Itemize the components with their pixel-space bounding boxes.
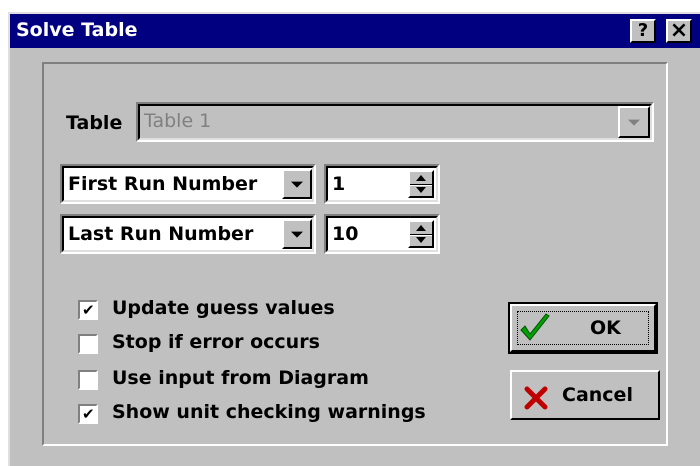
help-icon: ?: [637, 20, 649, 41]
spin-up-icon: [416, 175, 426, 181]
window-title: Solve Table: [16, 19, 138, 41]
chevron-down-icon: [291, 181, 303, 188]
spin-down-icon: [416, 237, 426, 243]
last-run-spinner[interactable]: [408, 220, 434, 248]
unit-warnings-checkbox[interactable]: ✔: [78, 404, 98, 424]
cancel-button-label: Cancel: [562, 384, 633, 406]
first-run-input[interactable]: 1: [324, 164, 440, 204]
chevron-down-icon: [628, 119, 640, 126]
update-guess-label[interactable]: Update guess values: [112, 297, 335, 319]
table-select[interactable]: Table 1: [136, 102, 654, 142]
update-guess-checkbox[interactable]: ✔: [78, 300, 98, 320]
stop-on-error-label[interactable]: Stop if error occurs: [112, 331, 320, 353]
table-label: Table: [66, 112, 123, 134]
red-x-icon: [524, 386, 548, 410]
use-diagram-input-checkbox[interactable]: [78, 370, 98, 390]
options-panel: Table Table 1 First Run Number 1 Last Ru…: [42, 62, 668, 446]
first-run-value: 1: [332, 173, 346, 195]
chevron-down-icon: [291, 231, 303, 238]
first-run-mode-value: First Run Number: [68, 173, 258, 195]
last-run-mode-value: Last Run Number: [68, 223, 254, 245]
use-diagram-input-label[interactable]: Use input from Diagram: [112, 367, 369, 389]
unit-warnings-label[interactable]: Show unit checking warnings: [112, 401, 426, 423]
spin-up-icon: [416, 225, 426, 231]
help-button[interactable]: ?: [630, 19, 656, 43]
close-icon: ×: [669, 18, 689, 43]
last-run-mode-dropdown-button[interactable]: [282, 219, 312, 249]
first-run-mode-select[interactable]: First Run Number: [60, 164, 316, 204]
cancel-button[interactable]: Cancel: [510, 370, 660, 420]
checkmark-icon: ✔: [82, 301, 95, 319]
first-run-mode-dropdown-button[interactable]: [282, 169, 312, 199]
close-button[interactable]: ×: [666, 19, 692, 43]
title-bar: Solve Table ? ×: [10, 14, 700, 48]
stop-on-error-checkbox[interactable]: [78, 334, 98, 354]
last-run-input[interactable]: 10: [324, 214, 440, 254]
last-run-value: 10: [332, 223, 359, 245]
last-run-mode-select[interactable]: Last Run Number: [60, 214, 316, 254]
ok-button-label: OK: [590, 317, 621, 339]
green-checkmark-icon: [520, 313, 550, 341]
first-run-spinner[interactable]: [408, 170, 434, 198]
table-select-value: Table 1: [144, 110, 212, 132]
table-dropdown-button[interactable]: [618, 106, 650, 138]
spin-down-icon: [416, 187, 426, 193]
ok-button[interactable]: OK: [508, 302, 658, 354]
solve-table-dialog: Solve Table ? × Table Table 1 First Run …: [8, 12, 700, 466]
checkmark-icon: ✔: [82, 405, 95, 423]
